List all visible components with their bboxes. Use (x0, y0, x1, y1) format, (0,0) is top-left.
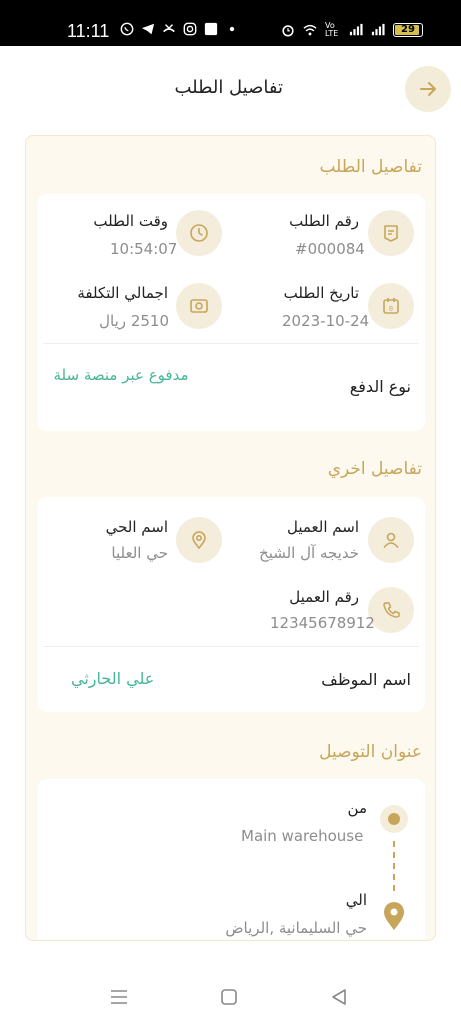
order-details-panel: رقم الطلب #000084 وقت الطلب 10:54:07 B ت… (37, 194, 425, 431)
customer-name-value: خديجه آل الشيخ (259, 544, 359, 562)
to-label: الي (345, 891, 367, 909)
district-value: حي العليا (111, 544, 168, 562)
location-pin-icon (192, 531, 206, 550)
status-bar: 11:11 Vo LTE 29 (0, 0, 461, 46)
from-label: من (347, 799, 367, 817)
phone-icon (383, 602, 400, 618)
delivery-panel: من Main warehouse الي حي السليمانية ,الر… (37, 779, 425, 940)
from-value: Main warehouse (241, 827, 364, 845)
customer-name-label: اسم العميل (286, 518, 359, 536)
customer-phone-label: رقم العميل (289, 588, 359, 606)
svg-text:B: B (389, 306, 393, 313)
payment-type-label: نوع الدفع (349, 377, 411, 396)
location-icon-circle (176, 517, 222, 563)
battery-icon: 29 (393, 23, 423, 37)
user-icon-circle (368, 517, 414, 563)
back-button[interactable] (405, 66, 451, 112)
notification-icons (120, 22, 239, 36)
order-date-label: تاريخ الطلب (283, 284, 359, 302)
network-type: Vo LTE (325, 21, 339, 38)
order-number-value: #000084 (295, 240, 365, 258)
system-icons: Vo LTE 29 (281, 22, 423, 38)
order-time-label: وقت الطلب (93, 212, 168, 230)
employee-value: علي الحارثي (71, 669, 155, 688)
receipt-icon (384, 225, 398, 242)
payment-type-value: مدفوع عبر منصة سلة (53, 366, 189, 384)
employee-label: اسم الموظف (321, 670, 411, 689)
district-label: اسم الحي (105, 518, 168, 536)
page-title: تفاصيل الطلب (174, 77, 283, 98)
user-icon (383, 532, 399, 548)
order-time-value: 10:54:07 (110, 240, 178, 258)
total-cost-value: 2510 ريال (99, 312, 169, 330)
receipt-icon-circle (368, 210, 414, 256)
dot-icon (229, 26, 235, 32)
other-details-panel: اسم العميل خديجه آل الشيخ اسم الحي حي ال… (37, 497, 425, 712)
arrow-right-icon (420, 82, 436, 96)
missed-call-icon (163, 24, 175, 33)
route-line (393, 841, 395, 891)
total-cost-label: اجمالي التكلفة (77, 284, 168, 302)
order-details-card: تفاصيل الطلب رقم الطلب #000084 وقت الطلب… (25, 135, 436, 941)
origin-dot-icon (380, 805, 408, 833)
customer-phone-value[interactable]: 12345678912 (270, 614, 375, 632)
other-details-title: تفاصيل اخري (327, 459, 422, 479)
delivery-title: عنوان التوصيل (319, 742, 422, 762)
system-nav-bar (0, 960, 461, 1024)
to-value: حي السليمانية ,الرياض (225, 919, 367, 937)
instagram-icon (183, 22, 197, 36)
back-triangle-icon[interactable] (328, 986, 350, 1008)
order-number-label: رقم الطلب (289, 212, 359, 230)
destination-pin-icon (384, 902, 404, 930)
calendar-icon-circle: B (368, 283, 414, 329)
battery-level: 29 (401, 24, 415, 35)
alarm-icon (282, 25, 294, 37)
recents-menu-icon[interactable] (108, 986, 130, 1008)
app-header: تفاصيل الطلب (0, 46, 461, 134)
cash-icon-circle (176, 283, 222, 329)
signal-icon (349, 23, 363, 36)
app-square-icon (204, 22, 218, 36)
calendar-icon: B (383, 298, 399, 314)
order-details-title: تفاصيل الطلب (319, 157, 422, 177)
cash-icon (190, 299, 208, 313)
status-time: 11:11 (67, 21, 110, 41)
home-icon[interactable] (218, 986, 240, 1008)
divider (43, 646, 419, 647)
clock-icon (190, 224, 208, 242)
clock-icon-circle (176, 210, 222, 256)
whatsapp-icon (120, 22, 134, 36)
telegram-icon (141, 23, 155, 35)
signal-2-icon (371, 23, 385, 36)
wifi-icon (303, 24, 317, 36)
divider (43, 343, 419, 344)
order-date-value: 2023-10-24 (282, 312, 370, 330)
